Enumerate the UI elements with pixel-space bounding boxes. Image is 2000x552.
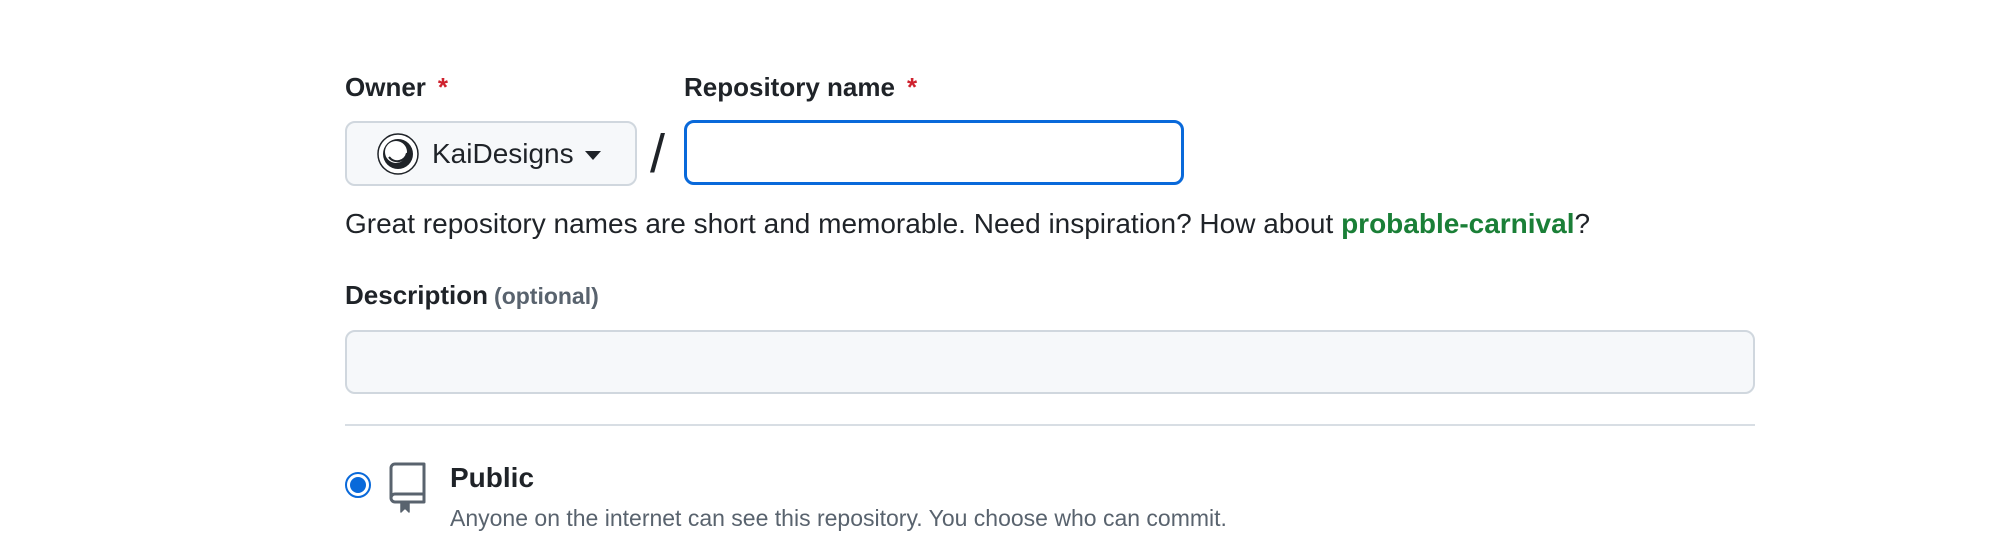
owner-label-text: Owner	[345, 72, 426, 102]
description-label: Description (optional)	[345, 280, 599, 311]
visibility-public-title: Public	[450, 462, 535, 493]
section-divider	[345, 424, 1755, 426]
owner-repo-separator: /	[650, 124, 666, 184]
repository-name-input[interactable]	[684, 120, 1184, 185]
radio-selected-dot	[350, 477, 366, 493]
repository-name-label: Repository name *	[684, 72, 917, 103]
owner-label: Owner *	[345, 72, 448, 103]
hint-text: Great repository names are short and mem…	[345, 208, 1342, 239]
repo-icon	[389, 462, 426, 513]
description-label-text: Description	[345, 280, 489, 310]
repository-name-hint: Great repository names are short and mem…	[345, 208, 1590, 240]
hint-suffix: ?	[1574, 208, 1591, 239]
owner-selected-name: KaiDesigns	[432, 137, 574, 169]
visibility-public-description: Anyone on the internet can see this repo…	[450, 505, 1227, 531]
repository-name-label-text: Repository name	[684, 72, 895, 102]
description-optional-note: (optional)	[494, 283, 599, 309]
caret-down-icon	[584, 150, 601, 160]
repository-name-required-mark: *	[906, 72, 918, 102]
visibility-public-radio[interactable]	[345, 472, 371, 498]
owner-dropdown-button[interactable]: KaiDesigns	[345, 121, 637, 186]
owner-avatar-icon	[377, 132, 419, 175]
name-suggestion-link[interactable]: probable-carnival	[1341, 208, 1574, 239]
new-repository-form: Owner * Repository name * KaiDesigns / Gre…	[0, 0, 2000, 552]
owner-required-mark: *	[437, 72, 449, 102]
description-input[interactable]	[345, 330, 1755, 394]
